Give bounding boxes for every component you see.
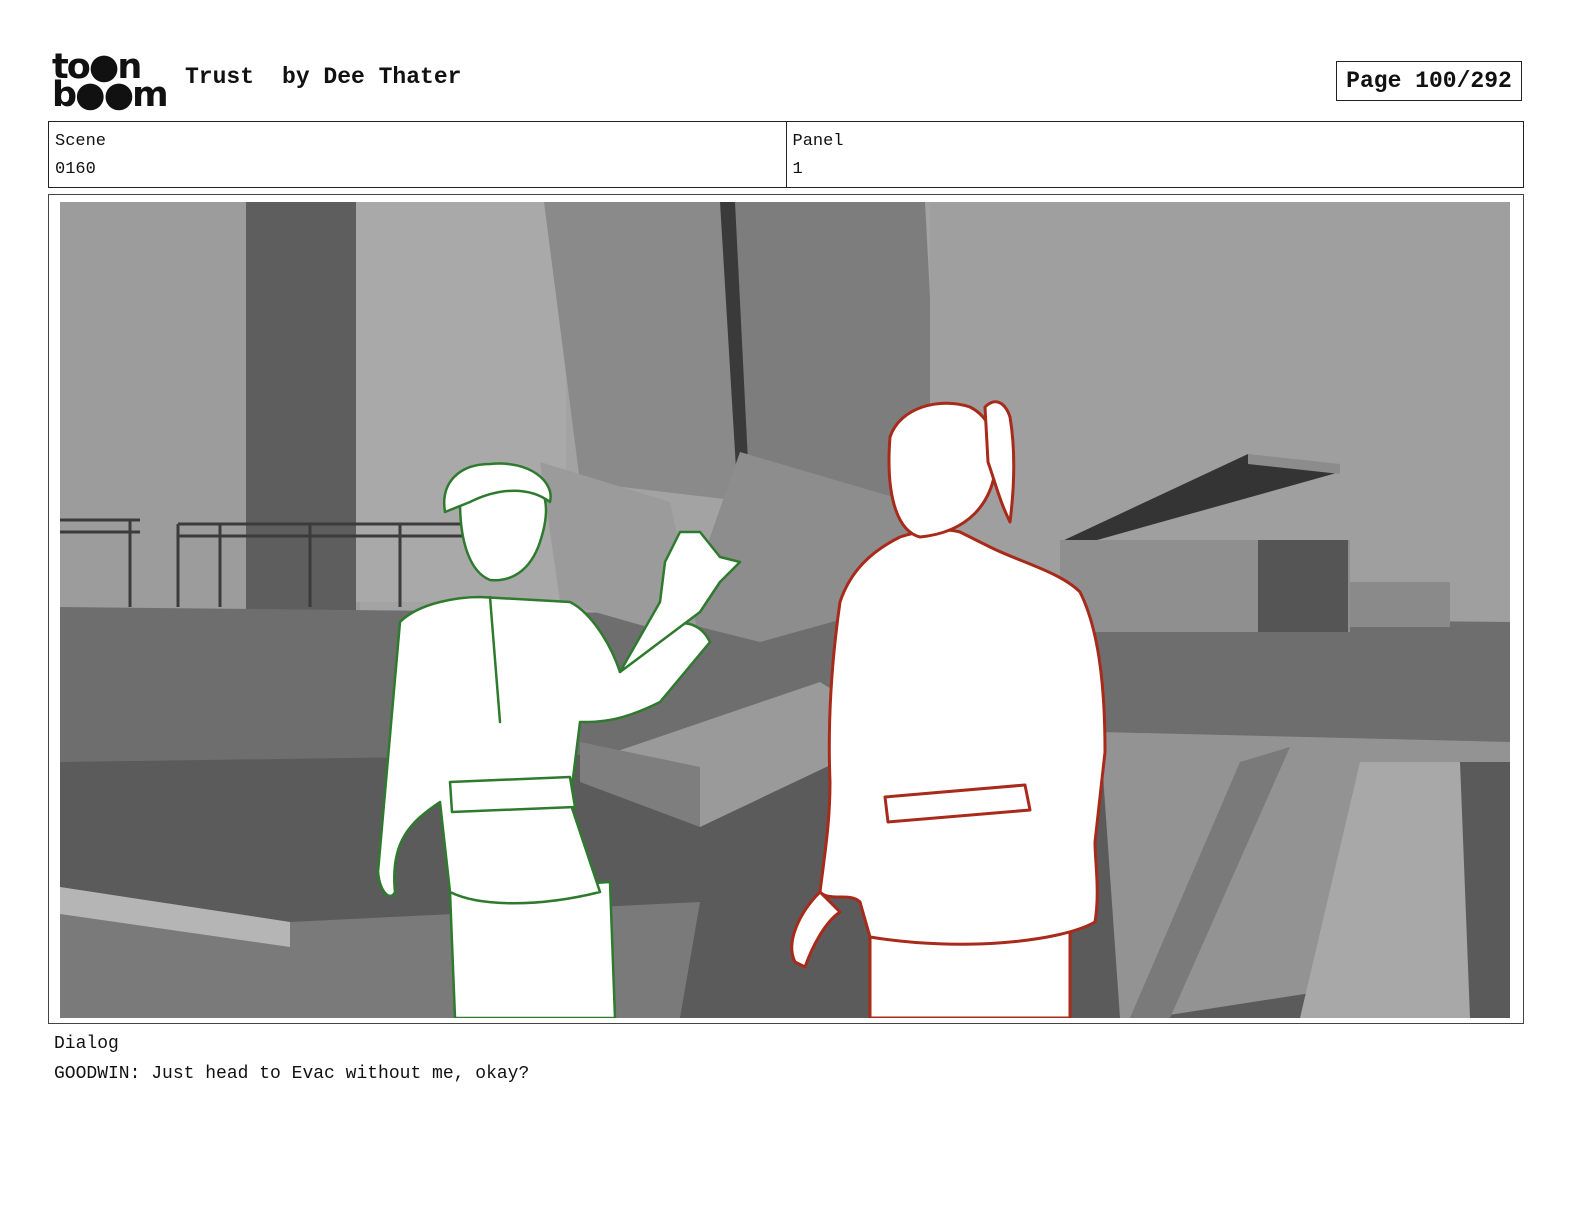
page-number-box: Page 100/292 [1336,61,1522,101]
scene-label: Scene [55,132,107,151]
logo-line-2: b●●m [52,75,169,115]
storyboard-frame [48,194,1524,1024]
document-title: Trust by Dee Thater [185,64,461,90]
dialog-label: Dialog [54,1034,119,1054]
scene-panel-info: Scene 0160 Panel 1 [48,121,1524,188]
story-title: Trust [185,64,255,90]
panel-value: 1 [792,160,803,179]
scene-cell: Scene 0160 [49,122,786,187]
story-author: by Dee Thater [282,64,462,90]
dialog-text: GOODWIN: Just head to Evac without me, o… [54,1064,530,1084]
storyboard-sketch [60,202,1510,1018]
panel-cell: Panel 1 [785,122,1524,187]
scene-value: 0160 [55,160,96,179]
panel-label: Panel [792,132,844,151]
toon-boom-logo: to●n b●●m [52,50,169,115]
